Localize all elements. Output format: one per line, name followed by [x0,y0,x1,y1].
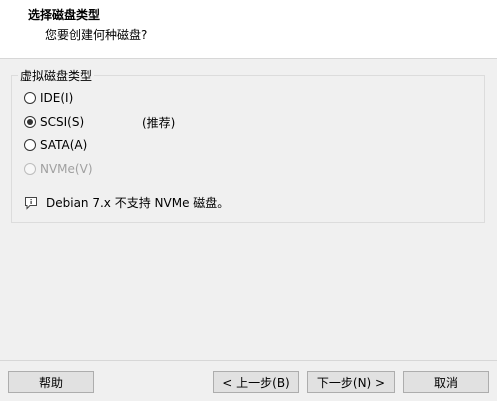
radio-sata-circle[interactable] [24,139,36,151]
radio-scsi-recommended-note: (推荐) [142,116,176,130]
radio-scsi-circle[interactable] [24,116,36,128]
radio-scsi-label[interactable]: SCSI(S) [40,115,84,129]
radio-ide-circle[interactable] [24,92,36,104]
next-button[interactable]: 下一步(N) > [307,371,395,393]
back-button[interactable]: < 上一步(B) [213,371,299,393]
help-button[interactable]: 帮助 [8,371,94,393]
header-subtitle: 您要创建何种磁盘? [45,28,148,42]
cancel-button[interactable]: 取消 [403,371,489,393]
wizard-header: 选择磁盘类型 您要创建何种磁盘? [0,0,497,59]
radio-ide[interactable]: IDE(I) [24,90,73,106]
info-icon [25,196,37,210]
radio-sata[interactable]: SATA(A) [24,137,87,153]
radio-nvme-circle [24,163,36,175]
radio-nvme-label: NVMe(V) [40,162,93,176]
header-title: 选择磁盘类型 [28,8,101,22]
radio-sata-label[interactable]: SATA(A) [40,138,87,152]
radio-nvme: NVMe(V) [24,161,93,177]
groupbox-legend: 虚拟磁盘类型 [18,67,95,84]
radio-scsi[interactable]: SCSI(S) (推荐) [24,114,175,130]
info-text: Debian 7.x 不支持 NVMe 磁盘。 [46,196,230,210]
radio-ide-label[interactable]: IDE(I) [40,91,73,105]
footer-divider [0,360,497,361]
nvme-info-message: Debian 7.x 不支持 NVMe 磁盘。 [24,194,229,211]
